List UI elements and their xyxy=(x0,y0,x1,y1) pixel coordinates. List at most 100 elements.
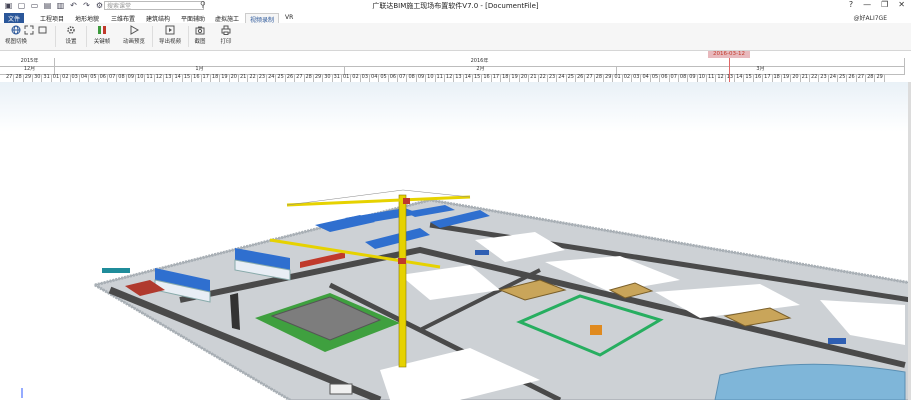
timeline-day[interactable]: 18 xyxy=(501,74,511,82)
timeline-day[interactable]: 21 xyxy=(801,74,810,82)
timeline-day[interactable]: 26 xyxy=(286,74,296,82)
timeline-day[interactable]: 11 xyxy=(436,74,445,82)
timeline-day[interactable]: 25 xyxy=(567,74,576,82)
timeline-day[interactable]: 15 xyxy=(183,74,193,82)
timeline-day[interactable]: 27 xyxy=(857,74,867,82)
timeline-day[interactable]: 05 xyxy=(379,74,389,82)
timeline-day[interactable]: 02 xyxy=(351,74,361,82)
timeline-day[interactable]: 29 xyxy=(314,74,324,82)
timeline-day[interactable]: 11 xyxy=(707,74,717,82)
timeline-day[interactable]: 09 xyxy=(417,74,427,82)
timeline-day[interactable]: 04 xyxy=(80,74,90,82)
timeline-day[interactable]: 08 xyxy=(117,74,127,82)
timeline[interactable]: 2015年 2016年 12月 1月 2月 3月 27 28 29 30 31 01 02 0… xyxy=(0,51,911,83)
timeline-day[interactable]: 29 xyxy=(604,74,614,82)
timeline-day[interactable]: 07 xyxy=(670,74,679,82)
timeline-day[interactable]: 20 xyxy=(230,74,239,82)
user-account[interactable]: @好ALI7GE xyxy=(854,13,887,22)
timeline-day[interactable]: 27 xyxy=(585,74,595,82)
timeline-day[interactable]: 26 xyxy=(576,74,586,82)
timeline-day[interactable]: 24 xyxy=(557,74,567,82)
timeline-day[interactable]: 29 xyxy=(875,74,885,82)
timeline-day[interactable]: 05 xyxy=(89,74,99,82)
timeline-day[interactable]: 08 xyxy=(679,74,689,82)
timeline-day[interactable]: 04 xyxy=(641,74,651,82)
timeline-day[interactable]: 01 xyxy=(342,74,352,82)
timeline-day[interactable]: 29 xyxy=(24,74,34,82)
timeline-day[interactable]: 09 xyxy=(127,74,137,82)
timeline-day[interactable]: 19 xyxy=(220,74,230,82)
timeline-day[interactable]: 28 xyxy=(14,74,24,82)
timeline-day[interactable]: 25 xyxy=(276,74,286,82)
timeline-day[interactable]: 12 xyxy=(445,74,455,82)
timeline-day[interactable]: 04 xyxy=(370,74,380,82)
timeline-day[interactable]: 16 xyxy=(482,74,492,82)
timeline-day[interactable]: 28 xyxy=(305,74,314,82)
timeline-day[interactable]: 05 xyxy=(651,74,661,82)
timeline-day[interactable]: 10 xyxy=(136,74,146,82)
timeline-day[interactable]: 15 xyxy=(744,74,754,82)
print-button[interactable]: 打印 xyxy=(218,25,234,45)
fullscreen-button[interactable] xyxy=(22,25,36,37)
timeline-day[interactable]: 08 xyxy=(407,74,417,82)
timeline-day[interactable]: 06 xyxy=(389,74,399,82)
timeline-day[interactable]: 17 xyxy=(202,74,211,82)
timeline-day[interactable]: 27 xyxy=(5,74,15,82)
timeline-day[interactable]: 23 xyxy=(548,74,558,82)
help-icon[interactable]: ? xyxy=(849,0,853,9)
timeline-day[interactable]: 15 xyxy=(473,74,483,82)
timeline-day[interactable]: 24 xyxy=(267,74,277,82)
timeline-day[interactable]: 17 xyxy=(492,74,502,82)
timeline-day[interactable]: 10 xyxy=(698,74,707,82)
timeline-day[interactable]: 07 xyxy=(398,74,408,82)
export-video-button[interactable]: 导出视频 xyxy=(156,25,184,45)
timeline-day[interactable]: 16 xyxy=(192,74,202,82)
current-date-marker[interactable]: 2016-03-12 xyxy=(708,51,750,58)
close-icon[interactable]: ✕ xyxy=(898,0,905,9)
timeline-day[interactable]: 21 xyxy=(239,74,249,82)
timeline-day[interactable]: 28 xyxy=(866,74,876,82)
timeline-day[interactable]: 14 xyxy=(464,74,473,82)
timeline-day[interactable]: 20 xyxy=(520,74,530,82)
timeline-day[interactable]: 30 xyxy=(323,74,333,82)
screenshot-button[interactable]: 截图 xyxy=(192,25,208,45)
timeline-day[interactable]: 21 xyxy=(529,74,539,82)
timeline-day[interactable]: 02 xyxy=(623,74,633,82)
timeline-day[interactable]: 09 xyxy=(688,74,698,82)
timeline-day[interactable]: 07 xyxy=(108,74,118,82)
timeline-day[interactable]: 31 xyxy=(42,74,52,82)
timeline-day[interactable]: 20 xyxy=(791,74,801,82)
timeline-day[interactable]: 12 xyxy=(155,74,165,82)
timeline-day[interactable]: 10 xyxy=(426,74,436,82)
layout-dropdown-button[interactable] xyxy=(36,25,50,37)
timeline-day[interactable]: 13 xyxy=(726,74,736,82)
settings-button[interactable]: 设置 xyxy=(61,25,81,45)
3d-viewport[interactable] xyxy=(0,82,911,400)
timeline-day[interactable]: 19 xyxy=(782,74,792,82)
tab-vr[interactable]: VR xyxy=(281,13,297,22)
timeline-day[interactable]: 03 xyxy=(632,74,642,82)
timeline-day[interactable]: 28 xyxy=(595,74,605,82)
timeline-day[interactable]: 12 xyxy=(716,74,726,82)
timeline-day[interactable]: 01 xyxy=(52,74,62,82)
timeline-day[interactable]: 02 xyxy=(61,74,71,82)
keyframe-button[interactable]: 关键帧 xyxy=(90,25,114,45)
timeline-day[interactable]: 17 xyxy=(763,74,773,82)
timeline-day[interactable]: 19 xyxy=(510,74,520,82)
timeline-day[interactable]: 25 xyxy=(838,74,848,82)
timeline-day[interactable]: 23 xyxy=(819,74,829,82)
timeline-day[interactable]: 11 xyxy=(145,74,155,82)
timeline-day[interactable]: 14 xyxy=(735,74,745,82)
timeline-day[interactable]: 22 xyxy=(539,74,548,82)
timeline-day[interactable]: 14 xyxy=(173,74,183,82)
timeline-day[interactable]: 16 xyxy=(754,74,764,82)
timeline-day[interactable]: 13 xyxy=(454,74,464,82)
minimize-icon[interactable]: — xyxy=(863,0,871,9)
timeline-day[interactable]: 03 xyxy=(71,74,80,82)
timeline-day[interactable]: 06 xyxy=(660,74,670,82)
timeline-day[interactable]: 30 xyxy=(33,74,43,82)
timeline-day[interactable]: 31 xyxy=(333,74,342,82)
maximize-icon[interactable]: ❐ xyxy=(881,0,888,9)
timeline-day[interactable]: 18 xyxy=(773,74,782,82)
timeline-day[interactable]: 24 xyxy=(829,74,839,82)
